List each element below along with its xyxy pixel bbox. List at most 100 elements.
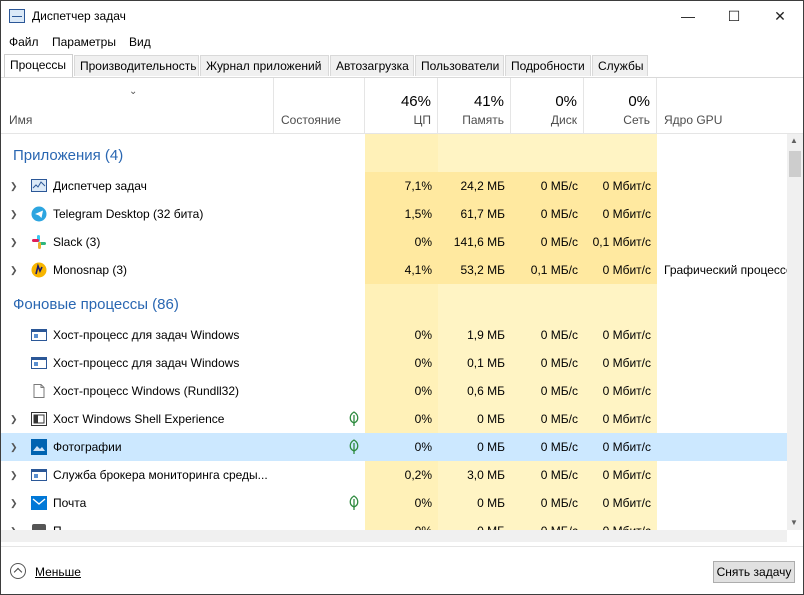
column-status-label: Состояние <box>281 113 341 127</box>
memory-value: 0 МБ <box>477 496 505 510</box>
fewer-details-link[interactable]: Меньше <box>35 565 81 579</box>
menu-view[interactable]: Вид <box>129 35 151 49</box>
process-name: Хост Windows Shell Experience <box>53 412 225 426</box>
group-title-apps: Приложения (4) <box>13 147 124 164</box>
process-name: Telegram Desktop (32 бита) <box>53 207 204 221</box>
expand-chevron-icon[interactable]: ❯ <box>10 470 18 481</box>
process-row[interactable]: ❯ Telegram Desktop (32 бита) 1,5% 61,7 МБ 0 … <box>1 200 787 228</box>
menu-options[interactable]: Параметры <box>52 35 116 49</box>
column-gpu-engine[interactable]: Ядро GPU <box>657 78 787 133</box>
process-row[interactable]: ❯ Фотографии 0% 0 МБ 0 МБ/с 0 Мбит/с <box>1 433 787 461</box>
telegram-icon <box>31 206 47 222</box>
disk-value: 0 МБ/с <box>540 179 578 193</box>
process-row[interactable]: ❯ Хост Windows Shell Experience 0% 0 МБ 0 МБ… <box>1 405 787 433</box>
memory-value: 0 МБ <box>477 440 505 454</box>
suspended-leaf-icon <box>348 439 360 455</box>
group-title-background: Фоновые процессы (86) <box>13 296 179 313</box>
column-cpu[interactable]: 46% ЦП <box>365 78 438 133</box>
disk-value: 0 МБ/с <box>540 496 578 510</box>
process-name: Диспетчер задач <box>53 179 147 193</box>
process-row[interactable]: Хост-процесс для задач Windows 0% 0,1 МБ 0 … <box>1 349 787 377</box>
photos-icon <box>31 439 47 455</box>
sort-chevron-down-icon[interactable]: ⌄ <box>129 86 137 97</box>
column-name[interactable]: ⌄ Имя <box>1 78 274 133</box>
window-icon <box>31 467 47 483</box>
vertical-scrollbar[interactable]: ▲ ▼ <box>787 134 803 530</box>
footer-bar: Меньше Снять задачу <box>1 546 803 594</box>
process-row[interactable]: Хост-процесс Windows (Rundll32) 0% 0,6 МБ 0… <box>1 377 787 405</box>
column-memory[interactable]: 41% Память <box>438 78 511 133</box>
tab-processes[interactable]: Процессы <box>4 54 73 77</box>
tab-strip: Процессы Производительность Журнал прило… <box>1 54 803 78</box>
minimize-button[interactable]: — <box>665 1 711 31</box>
expand-chevron-icon[interactable]: ❯ <box>10 498 18 509</box>
disk-value: 0 МБ/с <box>540 440 578 454</box>
process-name: Почта <box>53 496 87 510</box>
process-name: Хост-процесс Windows (Rundll32) <box>53 384 239 398</box>
expand-chevron-icon[interactable]: ❯ <box>10 414 18 425</box>
disk-value: 0 МБ/с <box>540 207 578 221</box>
menu-file[interactable]: Файл <box>9 35 39 49</box>
monosnap-icon <box>31 262 47 278</box>
scrollbar-thumb[interactable] <box>789 151 801 177</box>
group-header-apps[interactable]: Приложения (4) <box>1 142 787 170</box>
network-value: 0 Мбит/с <box>602 468 651 482</box>
process-row[interactable]: Хост-процесс для задач Windows 0% 1,9 МБ 0 … <box>1 321 787 349</box>
disk-value: 0 МБ/с <box>540 235 578 249</box>
column-memory-label: Память <box>462 113 504 127</box>
memory-value: 0 МБ <box>477 412 505 426</box>
tab-performance[interactable]: Производительность <box>74 55 199 76</box>
tab-startup[interactable]: Автозагрузка <box>330 55 414 76</box>
process-name: Хост-процесс для задач Windows <box>53 328 240 342</box>
window-title: Диспетчер задач <box>32 9 126 23</box>
process-row[interactable]: ❯ Почта 0% 0 МБ 0 МБ/с 0 Мбит/с <box>1 489 787 517</box>
process-row[interactable]: ❯П...0%0 МБ0 МБ/с0 Мбит/с <box>1 517 787 530</box>
menu-bar: Файл Параметры Вид <box>1 31 803 53</box>
close-button[interactable]: ✕ <box>757 1 803 31</box>
tab-users[interactable]: Пользователи <box>415 55 504 76</box>
task-manager-icon <box>31 178 47 194</box>
scroll-up-arrow-icon[interactable]: ▲ <box>790 136 798 145</box>
tab-services[interactable]: Службы <box>592 55 648 76</box>
memory-value: 53,2 МБ <box>460 263 505 277</box>
memory-value: 3,0 МБ <box>467 468 505 482</box>
cpu-value: 0,2% <box>404 468 432 482</box>
title-bar[interactable]: Диспетчер задач — ☐ ✕ <box>1 1 803 31</box>
collapse-chevron-up-icon[interactable] <box>10 563 26 579</box>
cpu-value: 0% <box>414 440 432 454</box>
tab-details[interactable]: Подробности <box>505 55 591 76</box>
process-row[interactable]: ❯ Slack (3) 0% 141,6 МБ 0 МБ/с 0,1 Мбит/с <box>1 228 787 256</box>
memory-value: 61,7 МБ <box>460 207 505 221</box>
maximize-button[interactable]: ☐ <box>711 1 757 31</box>
column-network-label: Сеть <box>623 113 650 127</box>
expand-chevron-icon[interactable]: ❯ <box>10 265 18 276</box>
expand-chevron-icon[interactable]: ❯ <box>10 442 18 453</box>
cpu-value: 0% <box>414 328 432 342</box>
mail-icon <box>31 495 47 511</box>
window-icon <box>31 327 47 343</box>
network-value: 0 Мбит/с <box>602 412 651 426</box>
network-value: 0,1 Мбит/с <box>592 235 651 249</box>
process-row[interactable]: ❯ Служба брокера мониторинга среды... 0,2%… <box>1 461 787 489</box>
disk-value: 0 МБ/с <box>540 356 578 370</box>
group-header-background[interactable]: Фоновые процессы (86) <box>1 291 787 319</box>
network-value: 0 Мбит/с <box>602 356 651 370</box>
horizontal-scrollbar[interactable] <box>1 530 787 542</box>
scroll-down-arrow-icon[interactable]: ▼ <box>790 518 798 527</box>
end-task-button[interactable]: Снять задачу <box>713 561 795 583</box>
app-icon <box>31 523 47 530</box>
tab-app-history[interactable]: Журнал приложений <box>200 55 329 76</box>
column-status[interactable]: Состояние <box>274 78 365 133</box>
process-row[interactable]: ❯ Monosnap (3) 4,1% 53,2 МБ 0,1 МБ/с 0 Мбит/с… <box>1 256 787 284</box>
expand-chevron-icon[interactable]: ❯ <box>10 237 18 248</box>
column-network[interactable]: 0% Сеть <box>584 78 657 133</box>
memory-value: 0,6 МБ <box>467 384 505 398</box>
column-disk[interactable]: 0% Диск <box>511 78 584 133</box>
network-value: 0 Мбит/с <box>602 440 651 454</box>
expand-chevron-icon[interactable]: ❯ <box>10 209 18 220</box>
expand-chevron-icon[interactable]: ❯ <box>10 181 18 192</box>
suspended-leaf-icon <box>348 411 360 427</box>
slack-icon <box>31 234 47 250</box>
memory-value: 141,6 МБ <box>453 235 505 249</box>
process-row[interactable]: ❯ Диспетчер задач 7,1% 24,2 МБ 0 МБ/с 0 Мбит/… <box>1 172 787 200</box>
